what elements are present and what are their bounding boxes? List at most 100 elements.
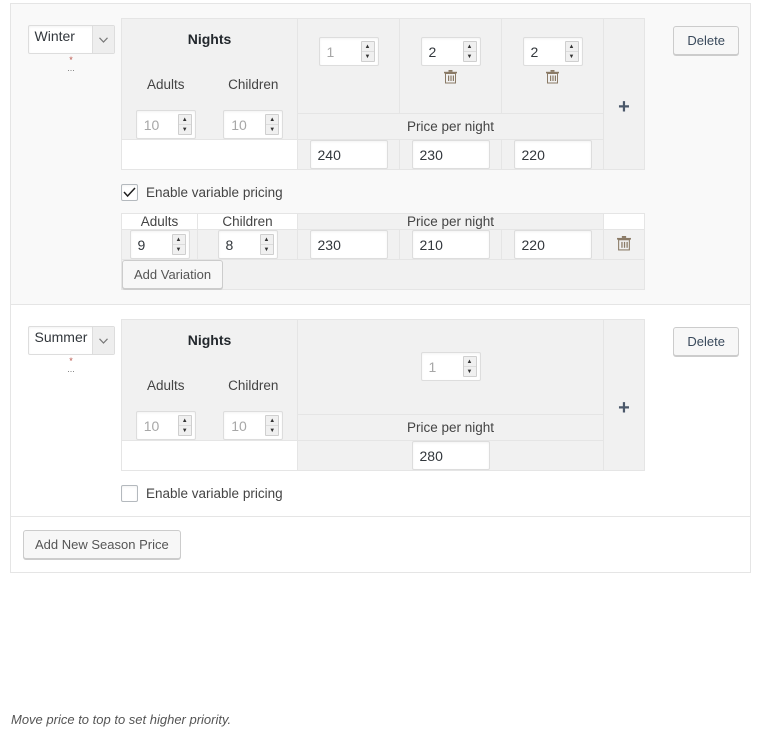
adults-field-wrap: ▲▼ [122,110,210,139]
variation-children-stepper[interactable]: ▲▼ [218,230,278,259]
variation-price-input-2[interactable] [412,230,490,259]
winter-adults-stepper[interactable]: ▲▼ [136,110,196,139]
winter-price-cell-1 [298,140,400,170]
variation-delete-icon[interactable] [617,236,631,253]
table-row: ▲▼ ▲▼ [122,230,645,260]
children-field-wrap: ▲▼ [210,411,298,440]
nights-title: Nights [122,320,297,378]
children-label: Children [210,378,298,411]
stepper-arrows-icon[interactable]: ▲▼ [361,41,375,62]
variation-children-cell: ▲▼ [198,230,298,260]
season-row-winter: Winter * ... Nights Adults Chi [11,4,750,305]
winter-nights-stepper-3[interactable]: ▲▼ [523,37,583,66]
variation-children-header: Children [198,214,298,230]
summer-variable-pricing-label[interactable]: Enable variable pricing [146,486,283,501]
season-row-summer: Summer * ... Nights Adults Chil [11,305,750,517]
winter-price-input-1[interactable] [310,140,388,169]
winter-nights-delete-icon-3[interactable] [546,70,560,86]
season-select-column: Summer * ... [21,319,121,502]
season-select-wrap: Winter [28,25,115,54]
season-select-winter[interactable]: Winter [28,25,115,54]
winter-nights-delete-icon-2[interactable] [444,70,458,86]
add-new-season-price-button[interactable]: Add New Season Price [23,530,181,559]
stepper-arrows-icon[interactable]: ▲▼ [265,114,279,135]
nights-title: Nights [122,19,297,77]
table-row [122,140,645,170]
occupancy-fields: ▲▼ ▲▼ [122,110,297,139]
winter-variation-table: Adults Children Price per night ▲▼ [121,213,645,290]
winter-nights-stepper-2[interactable]: ▲▼ [421,37,481,66]
winter-nights-cell-1: ▲▼ [298,19,400,114]
variation-adults-cell: ▲▼ [122,230,198,260]
variation-price-input-1[interactable] [310,230,388,259]
winter-add-nights-cell: + [604,19,645,170]
variation-price-per-night-header: Price per night [298,214,604,230]
season-prices-panel: Winter * ... Nights Adults Chi [10,3,751,573]
winter-variable-pricing-checkbox[interactable] [121,184,138,201]
variation-adults-stepper[interactable]: ▲▼ [130,230,190,259]
delete-season-button-summer[interactable]: Delete [673,327,739,356]
variation-price-input-3[interactable] [514,230,592,259]
variation-price-cell-1 [298,230,400,260]
table-row: Nights Adults Children ▲▼ [122,320,645,415]
delete-season-button-winter[interactable]: Delete [673,26,739,55]
table-row: Add Variation [122,260,645,290]
add-variation-button[interactable]: Add Variation [122,260,223,289]
occupancy-fields: ▲▼ ▲▼ [122,411,297,440]
table-row: Adults Children Price per night [122,214,645,230]
winter-price-input-2[interactable] [412,140,490,169]
occupancy-headers: Adults Children [122,378,297,411]
variation-price-cell-3 [502,230,604,260]
summer-variable-pricing-block: Enable variable pricing [121,485,645,502]
children-field-wrap: ▲▼ [210,110,298,139]
winter-variable-pricing-block: Enable variable pricing Adults Children … [121,184,645,290]
summer-adults-stepper[interactable]: ▲▼ [136,411,196,440]
winter-price-table: Nights Adults Children ▲▼ [121,18,645,170]
stepper-arrows-icon[interactable]: ▲▼ [565,41,579,62]
summer-spacer-cell [122,441,298,471]
winter-variable-pricing-label[interactable]: Enable variable pricing [146,185,283,200]
winter-nights-stepper-1[interactable]: ▲▼ [319,37,379,66]
winter-price-input-3[interactable] [514,140,592,169]
winter-pricing-block: Nights Adults Children ▲▼ [121,18,645,290]
stepper-arrows-icon[interactable]: ▲▼ [265,415,279,436]
summer-pricing-block: Nights Adults Children ▲▼ [121,319,645,502]
required-dots: ... [21,64,121,72]
stepper-arrows-icon[interactable]: ▲▼ [463,356,477,377]
adults-label: Adults [122,77,210,110]
season-pricing-page: Winter * ... Nights Adults Chi [0,0,761,745]
summer-price-table: Nights Adults Children ▲▼ [121,319,645,471]
panel-footer: Add New Season Price [11,517,750,572]
summer-price-per-night-label: Price per night [298,415,604,441]
summer-nights-stepper-1[interactable]: ▲▼ [421,352,481,381]
winter-nights-cell-3: ▲▼ [502,19,604,114]
season-select-summer[interactable]: Summer [28,326,115,355]
winter-nights-cell-2: ▲▼ [400,19,502,114]
required-dots: ... [21,365,121,373]
add-variation-cell: Add Variation [122,260,645,290]
add-night-column-icon[interactable]: + [618,399,630,417]
variation-price-cell-2 [400,230,502,260]
variation-delete-cell [604,230,645,260]
summer-nights-cell-1: ▲▼ [298,320,604,415]
stepper-arrows-icon[interactable]: ▲▼ [463,41,477,62]
summer-enable-variable-pricing-row[interactable]: Enable variable pricing [121,485,645,502]
variation-actions-header [604,214,645,230]
summer-price-input-1[interactable] [412,441,490,470]
children-label: Children [210,77,298,110]
adults-label: Adults [122,378,210,411]
winter-enable-variable-pricing-row[interactable]: Enable variable pricing [121,184,645,201]
stepper-arrows-icon[interactable]: ▲▼ [178,114,192,135]
occupancy-headers: Adults Children [122,77,297,110]
summer-children-stepper[interactable]: ▲▼ [223,411,283,440]
stepper-arrows-icon[interactable]: ▲▼ [172,234,186,255]
table-row [122,441,645,471]
winter-children-stepper[interactable]: ▲▼ [223,110,283,139]
add-night-column-icon[interactable]: + [618,98,630,116]
stepper-arrows-icon[interactable]: ▲▼ [260,234,274,255]
season-select-wrap: Summer [28,326,115,355]
winter-spacer-cell [122,140,298,170]
stepper-arrows-icon[interactable]: ▲▼ [178,415,192,436]
summer-variable-pricing-checkbox[interactable] [121,485,138,502]
summer-price-cell-1 [298,441,604,471]
